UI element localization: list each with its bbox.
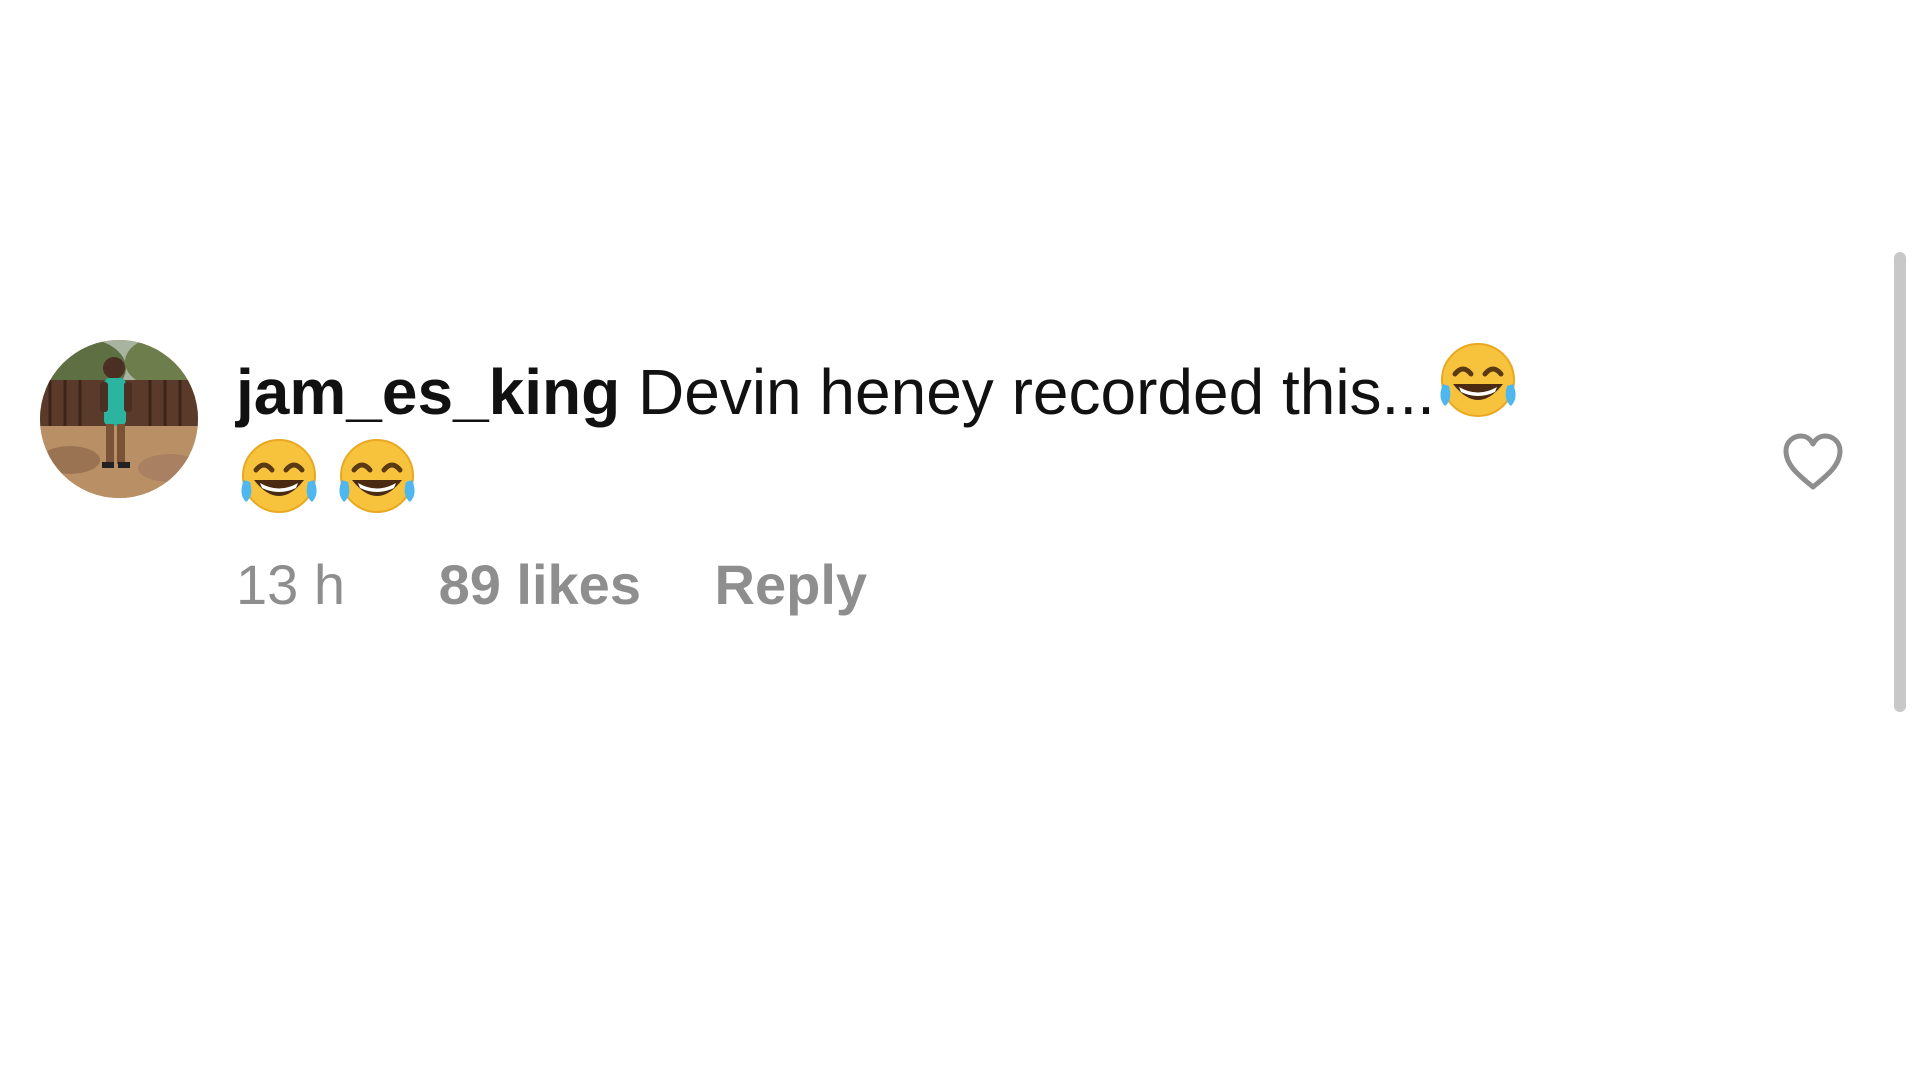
user-avatar[interactable] bbox=[40, 340, 198, 498]
scrollbar[interactable] bbox=[1894, 252, 1906, 712]
heart-outline-icon[interactable] bbox=[1780, 432, 1846, 492]
avatar-photo-icon bbox=[40, 340, 198, 498]
reply-button[interactable]: Reply bbox=[715, 550, 868, 620]
comment-likes-count[interactable]: 89 likes bbox=[439, 550, 641, 620]
comment-body: jam_es_king Devin heney recorded this... bbox=[236, 340, 1666, 620]
face-with-tears-of-joy-icon bbox=[334, 436, 420, 520]
face-with-tears-of-joy-icon bbox=[1435, 340, 1521, 424]
comment-item: jam_es_king Devin heney recorded this... bbox=[40, 340, 1843, 640]
comments-screen: jam_es_king Devin heney recorded this... bbox=[0, 0, 1920, 1080]
emoji-run bbox=[236, 436, 432, 532]
comment-text: jam_es_king Devin heney recorded this... bbox=[236, 340, 1666, 532]
comment-username[interactable]: jam_es_king bbox=[236, 356, 620, 428]
comment-timestamp: 13 h bbox=[236, 553, 345, 616]
comment-meta: 13 h 89 likes Reply bbox=[236, 550, 1666, 620]
comment-message: Devin heney recorded this... bbox=[638, 356, 1435, 428]
face-with-tears-of-joy-icon bbox=[236, 436, 322, 520]
